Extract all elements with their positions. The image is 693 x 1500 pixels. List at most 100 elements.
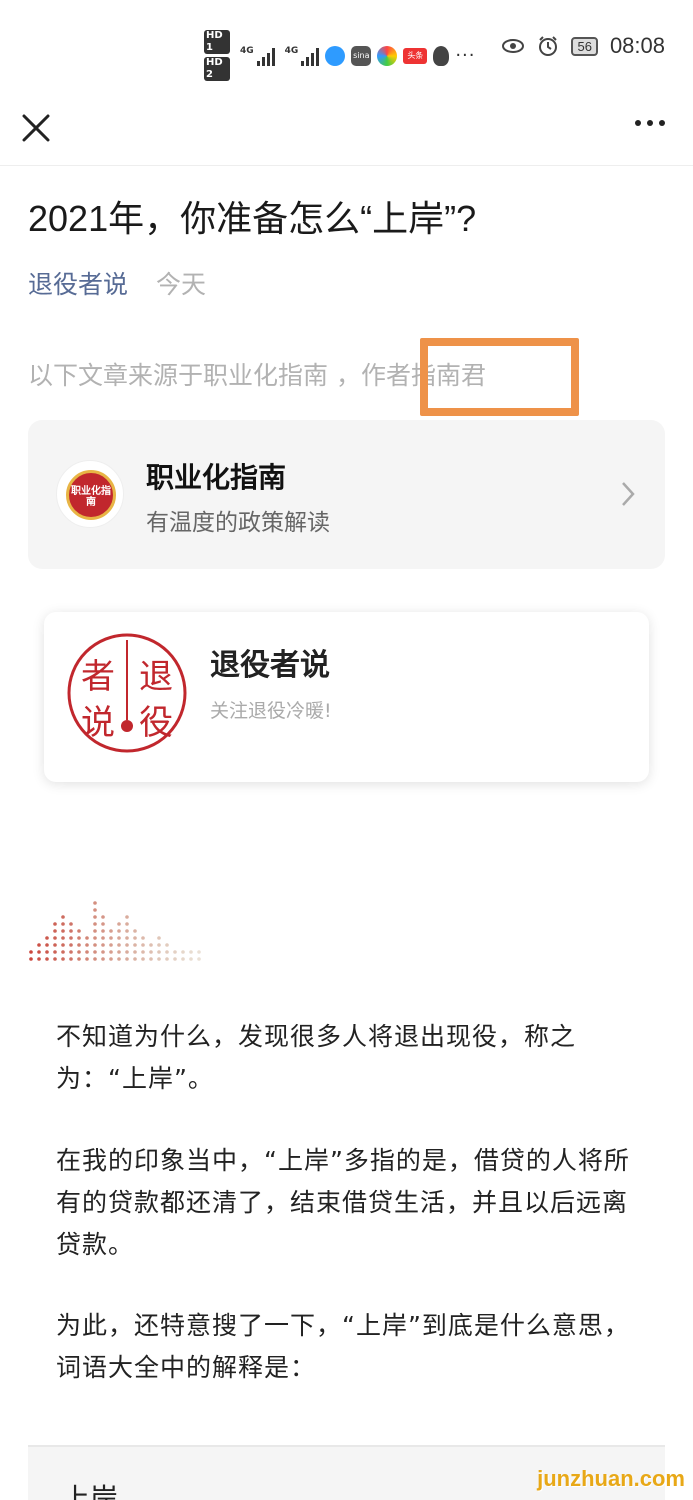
hd1-icon: HD 1 xyxy=(204,30,230,54)
article-meta: 退役者说 今天 xyxy=(28,265,206,301)
signal-1-label: 4G xyxy=(240,45,254,56)
colorful-app-icon xyxy=(377,45,398,66)
seal-char-2: 役 xyxy=(139,703,173,743)
article-title: 2021年，你准备怎么“上岸”? xyxy=(28,198,477,239)
signal-1-icon: 4G xyxy=(240,46,275,66)
decoration-dot xyxy=(117,943,121,947)
profile-description: 关注退役冷暖! xyxy=(210,700,332,722)
decoration-dot xyxy=(181,950,185,954)
decoration-dot xyxy=(109,950,113,954)
decoration-dot xyxy=(165,957,169,961)
decoration-dot xyxy=(117,957,121,961)
body-paragraph-1: 不知道为什么，发现很多人将退出现役，称之为：“上岸”。 xyxy=(56,1022,577,1093)
decoration-dot xyxy=(61,936,65,940)
decoration-dot xyxy=(93,922,97,926)
more-icon-dot xyxy=(647,120,653,126)
decoration-dot xyxy=(77,943,81,947)
watermark: junzhuan.com xyxy=(537,1466,685,1491)
decoration-dot xyxy=(125,922,129,926)
decoration-dot xyxy=(37,943,41,947)
qq-icon xyxy=(433,45,450,66)
body-paragraph-3: 为此，还特意搜了一下，“上岸”到底是什么意思，词语大全中的解释是： xyxy=(56,1311,630,1382)
more-icon-dot xyxy=(659,120,665,126)
decoration-dot xyxy=(45,943,49,947)
status-left: HD 1 HD 2 4G 4G sina 头条 ··· xyxy=(204,30,475,81)
decoration-dot xyxy=(125,936,129,940)
more-button[interactable] xyxy=(635,120,665,126)
decoration-dot xyxy=(77,950,81,954)
decoration-dot xyxy=(165,950,169,954)
decoration-dot xyxy=(45,957,49,961)
account-description: 有温度的政策解读 xyxy=(146,510,330,536)
decoration-dot xyxy=(133,950,137,954)
decoration-dot xyxy=(69,943,73,947)
decoration-dot xyxy=(69,922,73,926)
profile-name: 退役者说 xyxy=(210,648,330,683)
decoration-dot xyxy=(165,943,169,947)
toutiao-icon: 头条 xyxy=(403,47,428,64)
seal-char-1: 退 xyxy=(139,657,173,697)
close-button[interactable] xyxy=(20,112,52,144)
decoration-dot xyxy=(117,936,121,940)
decoration-dot xyxy=(77,936,81,940)
decoration-dot xyxy=(69,957,73,961)
decoration-dot xyxy=(45,950,49,954)
decoration-dot xyxy=(61,929,65,933)
account-logo-text: 职业化指南 xyxy=(71,486,111,508)
decoration-dot xyxy=(157,957,161,961)
decoration-dot xyxy=(173,950,177,954)
author-link[interactable]: 退役者说 xyxy=(28,270,128,299)
top-navigation xyxy=(0,100,693,166)
decoration-dot xyxy=(133,957,137,961)
highlight-annotation xyxy=(420,338,579,416)
seal-char-4: 说 xyxy=(81,703,115,743)
decoration-dot xyxy=(77,929,81,933)
account-name: 职业化指南 xyxy=(146,461,287,494)
decoration-dot xyxy=(125,957,129,961)
decoration-dot xyxy=(53,943,57,947)
decoration-dot xyxy=(69,929,73,933)
source-note: 以下文章来源于职业化指南 ，作者指南君 xyxy=(28,361,486,390)
eye-icon xyxy=(502,39,525,53)
profile-card[interactable]: 退 役 者 说 退役者说 关注退役冷暖! xyxy=(44,612,649,782)
decoration-dot xyxy=(133,943,137,947)
decoration-dot xyxy=(61,915,65,919)
decoration-dot xyxy=(85,943,89,947)
decoration-dot xyxy=(53,957,57,961)
seal-logo: 退 役 者 说 xyxy=(64,630,190,756)
decoration-dot xyxy=(157,936,161,940)
decoration-dot xyxy=(93,908,97,912)
hd2-icon: HD 2 xyxy=(204,57,230,81)
decoration-dot xyxy=(37,950,41,954)
decoration-dot xyxy=(189,950,193,954)
decoration-dot xyxy=(101,950,105,954)
alarm-icon xyxy=(539,36,558,56)
battery-indicator: 56 xyxy=(571,36,598,56)
decoration-dot xyxy=(117,929,121,933)
decoration-dot xyxy=(77,957,81,961)
decoration-dot xyxy=(141,957,145,961)
decoration-dot xyxy=(93,901,97,905)
decoration-dot xyxy=(133,936,137,940)
decoration-dot xyxy=(149,943,153,947)
decoration-dot xyxy=(117,922,121,926)
decoration-dot xyxy=(53,950,57,954)
decoration-dot xyxy=(101,929,105,933)
decoration-dot xyxy=(101,936,105,940)
decoration-dot xyxy=(157,950,161,954)
definition-heading: 上岸 xyxy=(62,1482,119,1500)
decoration-dot xyxy=(93,929,97,933)
decoration-dot xyxy=(189,957,193,961)
decoration-dot xyxy=(85,957,89,961)
decoration-dot xyxy=(69,936,73,940)
decoration-dot xyxy=(101,943,105,947)
decoration-dot xyxy=(93,957,97,961)
source-account-card[interactable]: 职业化指南 职业化指南 有温度的政策解读 xyxy=(28,420,665,569)
decoration-dot xyxy=(85,936,89,940)
decoration-dot xyxy=(29,950,33,954)
more-notifications-icon: ··· xyxy=(455,45,476,66)
decoration-dot xyxy=(85,950,89,954)
decoration-dot xyxy=(149,957,153,961)
decoration-dot xyxy=(53,922,57,926)
decoration-dot xyxy=(141,936,145,940)
